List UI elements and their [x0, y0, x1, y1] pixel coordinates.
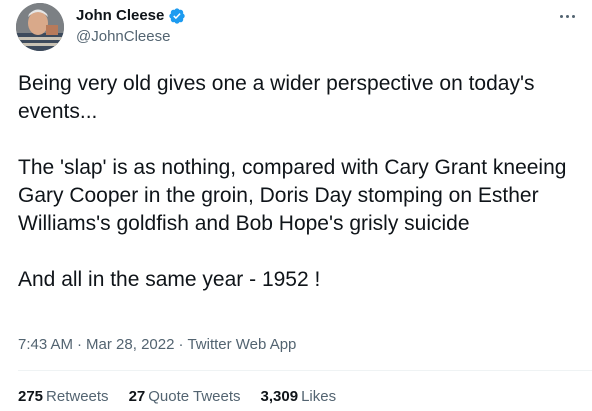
likes-label: Likes [301, 388, 337, 405]
tweet-stats: 275 Retweets 27 Quote Tweets 3,309 Likes [18, 387, 336, 407]
quote-tweets-stat[interactable]: 27 Quote Tweets [129, 387, 241, 407]
meta-separator: · [77, 336, 83, 353]
verified-badge-icon [168, 7, 186, 25]
meta-separator: · [178, 336, 184, 353]
tweet-date[interactable]: Mar 28, 2022 [86, 336, 174, 353]
tweet-paragraph: Being very old gives one a wider perspec… [18, 72, 535, 123]
tweet-time[interactable]: 7:43 AM [18, 336, 73, 353]
retweets-stat[interactable]: 275 Retweets [18, 387, 109, 407]
stats-divider [18, 370, 592, 371]
more-dot-icon [559, 14, 563, 18]
avatar-photo-icon [16, 3, 64, 51]
tweet-text: Being very old gives one a wider perspec… [18, 70, 588, 294]
more-options-button[interactable] [556, 8, 578, 24]
tweet-paragraph: And all in the same year - 1952 ! [18, 268, 321, 291]
more-dot-icon [565, 14, 569, 18]
quote-tweets-label: Quote Tweets [148, 388, 241, 405]
author-handle[interactable]: @JohnCleese [76, 27, 170, 47]
retweets-label: Retweets [46, 388, 109, 405]
quote-tweets-count: 27 [128, 388, 146, 405]
tweet-source[interactable]: Twitter Web App [187, 336, 296, 353]
more-dot-icon [571, 14, 575, 18]
likes-count: 3,309 [260, 388, 299, 405]
author-display-name[interactable]: John Cleese [76, 6, 164, 26]
tweet-card: John Cleese @JohnCleese Being very old g… [0, 0, 592, 411]
author-avatar[interactable] [16, 3, 64, 51]
tweet-meta: 7:43 AM · Mar 28, 2022 · Twitter Web App [18, 335, 296, 355]
author-name-row: John Cleese [76, 6, 186, 26]
likes-stat[interactable]: 3,309 Likes [261, 387, 337, 407]
retweets-count: 275 [18, 388, 44, 405]
tweet-paragraph: The 'slap' is as nothing, compared with … [18, 156, 567, 235]
